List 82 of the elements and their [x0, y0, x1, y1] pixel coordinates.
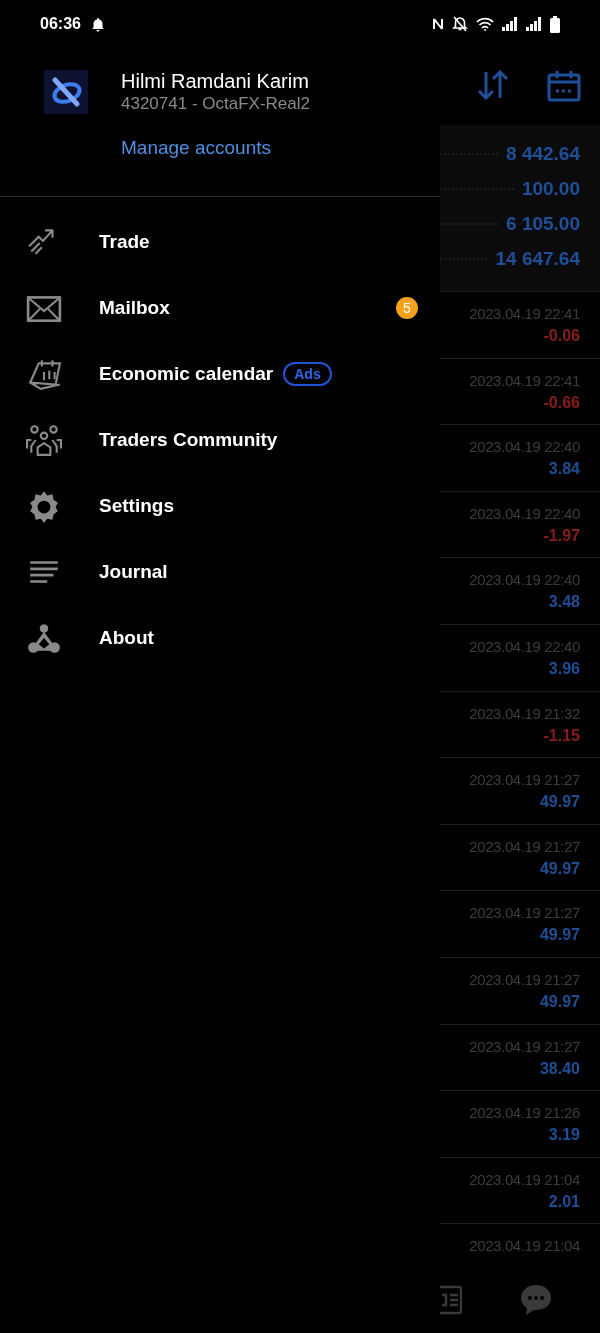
- signal-icon: [502, 17, 518, 31]
- trade-time: 2023.04.19 22:40: [469, 570, 580, 591]
- unread-badge: 5: [396, 297, 418, 319]
- trade-time: 2023.04.19 22:40: [469, 503, 580, 524]
- trade-row[interactable]: 2023.04.19 21:27 49.97: [440, 956, 600, 1024]
- trade-row[interactable]: 2023.04.19 21:04 2.01: [440, 1156, 600, 1224]
- trade-row[interactable]: 2023.04.19 22:41 -0.06: [440, 291, 600, 358]
- menu-item[interactable]: Economic calendar Ads: [0, 341, 440, 407]
- menu-label: About: [99, 625, 154, 650]
- trade-profit: 49.97: [539, 792, 580, 813]
- news-icon[interactable]: [440, 1285, 462, 1315]
- trade-profit: 38.40: [539, 1058, 580, 1079]
- trade-row[interactable]: 2023.04.19 21:27 49.97: [440, 890, 600, 957]
- bell-icon: [90, 16, 105, 32]
- trade-time: 2023.04.19 21:27: [469, 836, 580, 857]
- trade-time: 2023.04.19 22:41: [469, 370, 580, 391]
- menu-label: Economic calendar: [99, 361, 274, 386]
- account-name: Hilmi Ramdani Karim: [121, 69, 310, 93]
- trade-row[interactable]: 2023.04.19 22:40 3.96: [440, 623, 600, 691]
- trade-profit: 3.84: [548, 459, 580, 480]
- trade-profit: 3.19: [548, 1125, 580, 1146]
- menu-item[interactable]: About: [0, 605, 440, 671]
- trade-profit: 49.97: [539, 925, 580, 946]
- trade-profit: 3.48: [548, 592, 580, 613]
- trade-profit: 2.01: [548, 1191, 580, 1212]
- menu-item[interactable]: Journal: [0, 539, 440, 605]
- trade-row[interactable]: 2023.04.19 21:27 38.40: [440, 1023, 600, 1091]
- trade-row[interactable]: 2023.04.19 21:26 3.19: [440, 1090, 600, 1157]
- trade-time: 2023.04.19 22:41: [469, 304, 580, 324]
- menu-item[interactable]: Trade: [0, 209, 440, 275]
- ads-tag: Ads: [283, 362, 332, 386]
- menu-item[interactable]: Mailbox 5: [0, 275, 440, 341]
- trade-profit: 49.97: [539, 858, 580, 879]
- trade-profit: -1.97: [543, 525, 580, 546]
- trade-row[interactable]: 2023.04.19 22:41 -0.66: [440, 357, 600, 425]
- trade-time: 2023.04.19 21:27: [469, 903, 580, 924]
- menu-label: Mailbox: [99, 295, 170, 320]
- balance-value: 8 442.64: [506, 142, 580, 167]
- account-number: 4320741 - OctaFX-Real2: [121, 93, 310, 115]
- menu-label: Settings: [99, 493, 174, 518]
- trade-profit: 3.96: [548, 658, 580, 679]
- trade-time: 2023.04.19 21:27: [469, 1036, 580, 1057]
- menu-label: Traders Community: [99, 427, 278, 452]
- trade-row[interactable]: 2023.04.19 21:32 -1.15: [440, 690, 600, 758]
- trade-time: 2023.04.19 22:40: [469, 437, 580, 458]
- app-logo: [44, 70, 88, 114]
- trade-profit: -0.66: [543, 392, 580, 413]
- balance-value: 14 647.64: [495, 247, 580, 272]
- trade-time: 2023.04.19 21:27: [469, 770, 580, 791]
- trade-time: 2023.04.19 22:40: [469, 636, 580, 657]
- trade-row[interactable]: 2023.04.19 22:40 -1.97: [440, 490, 600, 558]
- desk-calendar-icon: [26, 357, 62, 391]
- calendar-icon[interactable]: [547, 70, 581, 102]
- manage-accounts-link[interactable]: Manage accounts: [121, 136, 310, 160]
- trade-profit: -0.06: [543, 326, 580, 346]
- emblem-icon: [26, 621, 62, 655]
- trade-time: 2023.04.19 21:26: [469, 1103, 580, 1124]
- wifi-icon: [476, 17, 494, 31]
- balance-value: 100.00: [521, 177, 580, 202]
- trade-time: 2023.04.19 21:04: [469, 1169, 580, 1190]
- menu-label: Journal: [99, 559, 168, 584]
- people-icon: [26, 423, 62, 457]
- trade-profit: -1.15: [543, 725, 580, 746]
- trade-time: 2023.04.19 21:32: [469, 703, 580, 724]
- menu-item[interactable]: Traders Community: [0, 407, 440, 473]
- trade-time: 2023.04.19 21:04: [469, 1236, 580, 1257]
- balance-value: 6 105.00: [506, 212, 580, 237]
- nfc-icon: [432, 17, 444, 31]
- trade-profit: 49.97: [539, 991, 580, 1012]
- menu-item[interactable]: Settings: [0, 473, 440, 539]
- trade-row[interactable]: 2023.04.19 21:27 49.97: [440, 823, 600, 891]
- muted-bell-icon: [452, 16, 468, 32]
- chat-icon[interactable]: [519, 1283, 553, 1317]
- trade-time: 2023.04.19 21:27: [469, 969, 580, 990]
- menu-label: Trade: [99, 229, 150, 254]
- trade-row[interactable]: 2023.04.19 21:27 49.97: [440, 757, 600, 824]
- trade-row[interactable]: 2023.04.19 22:40 3.84: [440, 424, 600, 491]
- trade-row[interactable]: 2023.04.19 22:40 3.48: [440, 557, 600, 624]
- signal-icon: [526, 17, 542, 31]
- status-time: 06:36: [40, 14, 81, 34]
- battery-icon: [550, 15, 560, 33]
- sort-icon[interactable]: [477, 70, 509, 100]
